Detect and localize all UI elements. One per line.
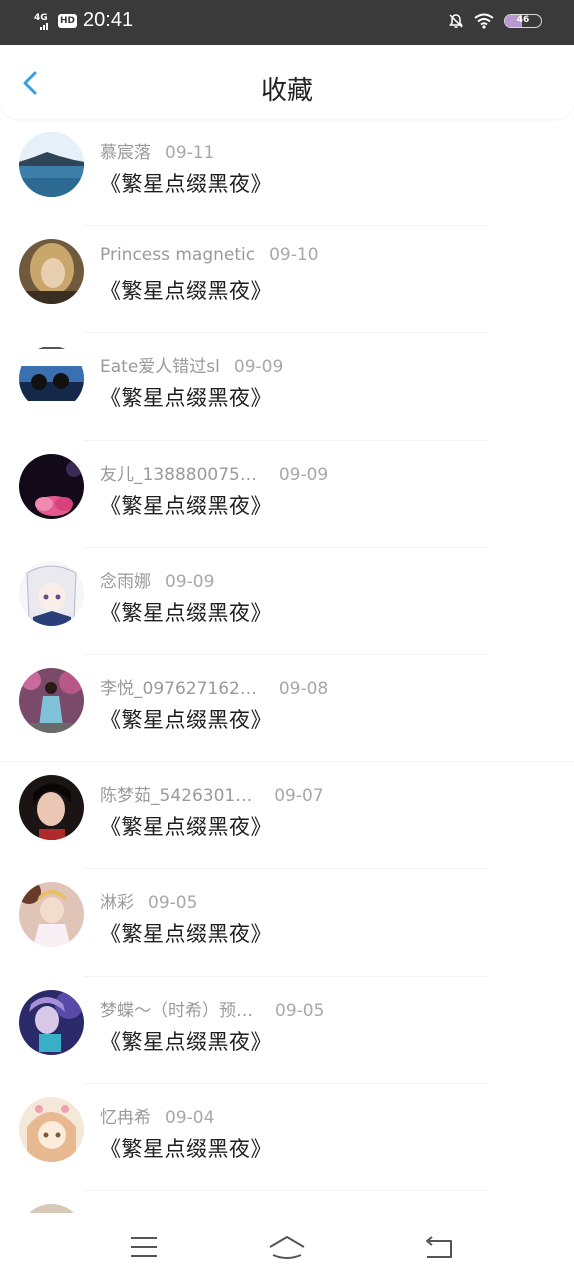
- avatar[interactable]: [19, 132, 84, 197]
- date: 09-09: [233, 357, 284, 378]
- user-name[interactable]: 慕宸落: [100, 138, 151, 163]
- avatar[interactable]: [19, 346, 84, 412]
- list-item[interactable]: 忆冉希 09-04 《繁星点缀黑夜》: [0, 1084, 574, 1191]
- avatar[interactable]: [19, 882, 84, 948]
- user-name[interactable]: 友儿_138880075…: [100, 460, 257, 485]
- status-time: 20:41: [83, 9, 134, 31]
- battery-icon: 46: [504, 14, 542, 28]
- user-name[interactable]: Eate爱人错过sl: [100, 352, 220, 377]
- work-title[interactable]: 《繁星点缀黑夜》: [100, 704, 272, 734]
- list-item[interactable]: 李悦_097627162… 09-08 《繁星点缀黑夜》: [0, 655, 574, 763]
- avatar[interactable]: [19, 1096, 84, 1162]
- date: 09-09: [165, 571, 215, 592]
- date: 09-10: [269, 245, 319, 266]
- status-bar: 4G HD 20:41 46: [0, 0, 574, 45]
- work-title[interactable]: 《繁星点缀黑夜》: [100, 1026, 272, 1056]
- date: 09-09: [278, 464, 329, 485]
- user-name[interactable]: 陈梦茹_5426301…: [100, 781, 252, 806]
- avatar[interactable]: [19, 667, 84, 733]
- menu-icon[interactable]: [126, 1233, 162, 1261]
- date: 09-11: [165, 143, 215, 163]
- list-item[interactable]: 陈梦茹_5426301… 09-07 《繁星点缀黑夜》: [0, 762, 574, 870]
- work-title[interactable]: 《繁星点缀黑夜》: [100, 382, 272, 412]
- avatar[interactable]: [19, 1203, 84, 1213]
- favorites-list: 慕宸落 09-11 《繁星点缀黑夜》 Princess magnetic 09-10…: [0, 119, 574, 1213]
- date: 09-07: [274, 786, 324, 807]
- list-item[interactable]: 念雨娜 09-09 《繁星点缀黑夜》: [0, 548, 574, 655]
- back-arrow-icon[interactable]: [421, 1233, 457, 1261]
- user-name[interactable]: Princess magnetic: [100, 245, 255, 265]
- system-nav-bar: [0, 1213, 574, 1280]
- list-item[interactable]: 慕宸落 09-11 《繁星点缀黑夜》: [0, 119, 574, 227]
- date: 09-08: [278, 678, 329, 699]
- wifi-icon: [474, 13, 494, 29]
- list-item[interactable]: 梦蝶～（时希）预… 09-05 《繁星点缀黑夜》: [0, 977, 574, 1084]
- avatar[interactable]: [19, 560, 84, 626]
- bell-muted-icon: [449, 14, 463, 28]
- work-title[interactable]: 《繁星点缀黑夜》: [100, 275, 272, 305]
- work-title[interactable]: 《繁星点缀黑夜》: [100, 597, 272, 627]
- date: 09-05: [275, 1000, 325, 1021]
- date: 09-05: [148, 893, 198, 914]
- date: 09-04: [165, 1107, 215, 1128]
- hd-badge: HD: [58, 13, 78, 28]
- avatar[interactable]: [19, 239, 84, 305]
- home-icon[interactable]: [268, 1233, 306, 1261]
- list-item[interactable]: Eate爱人错过sl 09-09 《繁星点缀黑夜》: [0, 333, 574, 441]
- cellular-signal-icon: 4G: [34, 11, 52, 31]
- user-name[interactable]: 念雨娜: [100, 567, 151, 592]
- user-name[interactable]: 忆冉希: [100, 1103, 151, 1128]
- list-item[interactable]: 友儿_138880075… 09-09 《繁星点缀黑夜》: [0, 441, 574, 548]
- avatar[interactable]: [19, 453, 84, 519]
- work-title[interactable]: 《繁星点缀黑夜》: [100, 490, 272, 520]
- work-title[interactable]: 《繁星点缀黑夜》: [100, 168, 272, 198]
- user-name[interactable]: 李悦_097627162…: [100, 674, 257, 699]
- work-title[interactable]: 《繁星点缀黑夜》: [100, 811, 272, 841]
- list-item[interactable]: 淋彩 09-05 《繁星点缀黑夜》: [0, 869, 574, 977]
- list-item[interactable]: Princess magnetic 09-10 《繁星点缀黑夜》: [0, 226, 574, 334]
- user-name[interactable]: 淋彩: [100, 888, 134, 913]
- page-title: 收藏: [260, 76, 313, 106]
- header: 收藏: [0, 45, 574, 119]
- work-title[interactable]: 《繁星点缀黑夜》: [100, 918, 272, 948]
- work-title[interactable]: 《繁星点缀黑夜》: [100, 1133, 272, 1163]
- list-item[interactable]: [0, 1191, 574, 1213]
- user-name[interactable]: 梦蝶～（时希）预…: [100, 996, 253, 1021]
- avatar[interactable]: [19, 775, 84, 841]
- avatar[interactable]: [19, 989, 84, 1055]
